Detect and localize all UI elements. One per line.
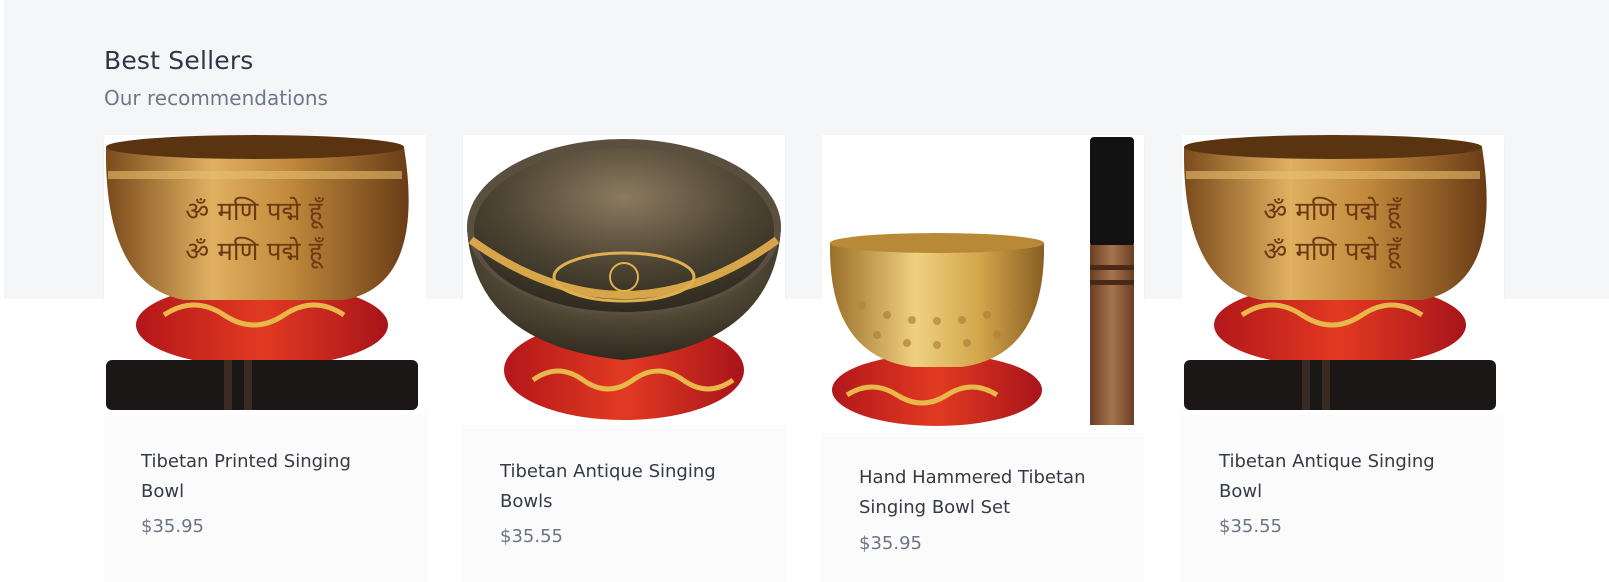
section-title: Best Sellers	[104, 46, 254, 75]
singing-bowl-set-icon	[829, 137, 1134, 426]
product-price: $35.95	[859, 533, 922, 554]
product-card[interactable]: ॐ मणि पद्मे हूँ ॐ मणि पद्मे हूँ Tibetan …	[1182, 135, 1504, 582]
singing-bowl-icon: ॐ मणि पद्मे हूँ ॐ मणि पद्मे हूँ	[105, 135, 418, 410]
product-image[interactable]	[463, 135, 785, 425]
product-name[interactable]: Tibetan Antique Singing Bowls	[500, 457, 750, 517]
product-card[interactable]: ॐ मणि पद्मे हूँ ॐ मणि पद्मे हूँ Tibetan …	[104, 135, 426, 582]
product-card[interactable]: Tibetan Antique Singing Bowls $35.55	[463, 135, 785, 582]
singing-bowl-icon: ॐ मणि पद्मे हूँ ॐ मणि पद्मे हूँ	[1183, 135, 1496, 410]
product-name[interactable]: Hand Hammered Tibetan Singing Bowl Set	[859, 463, 1109, 523]
svg-text:ॐ मणि पद्मे हूँ: ॐ मणि पद्मे हूँ	[185, 236, 325, 269]
product-price: $35.95	[141, 516, 204, 537]
svg-text:ॐ मणि पद्मे हूँ: ॐ मणि पद्मे हूँ	[1263, 236, 1403, 269]
product-name[interactable]: Tibetan Printed Singing Bowl	[141, 447, 391, 507]
svg-text:ॐ मणि पद्मे हूँ: ॐ मणि पद्मे हूँ	[185, 196, 325, 229]
product-name[interactable]: Tibetan Antique Singing Bowl	[1219, 447, 1469, 507]
svg-text:ॐ मणि पद्मे हूँ: ॐ मणि पद्मे हूँ	[1263, 196, 1403, 229]
product-card[interactable]: Hand Hammered Tibetan Singing Bowl Set $…	[822, 135, 1144, 582]
product-image[interactable]: ॐ मणि पद्मे हूँ ॐ मणि पद्मे हूँ	[1182, 135, 1504, 415]
product-image[interactable]: ॐ मणि पद्मे हूँ ॐ मणि पद्मे हूँ	[104, 135, 426, 415]
singing-bowl-icon	[467, 139, 781, 420]
product-price: $35.55	[1219, 516, 1282, 537]
product-price: $35.55	[500, 526, 563, 547]
section-subtitle: Our recommendations	[104, 86, 328, 110]
product-image[interactable]	[822, 135, 1144, 433]
